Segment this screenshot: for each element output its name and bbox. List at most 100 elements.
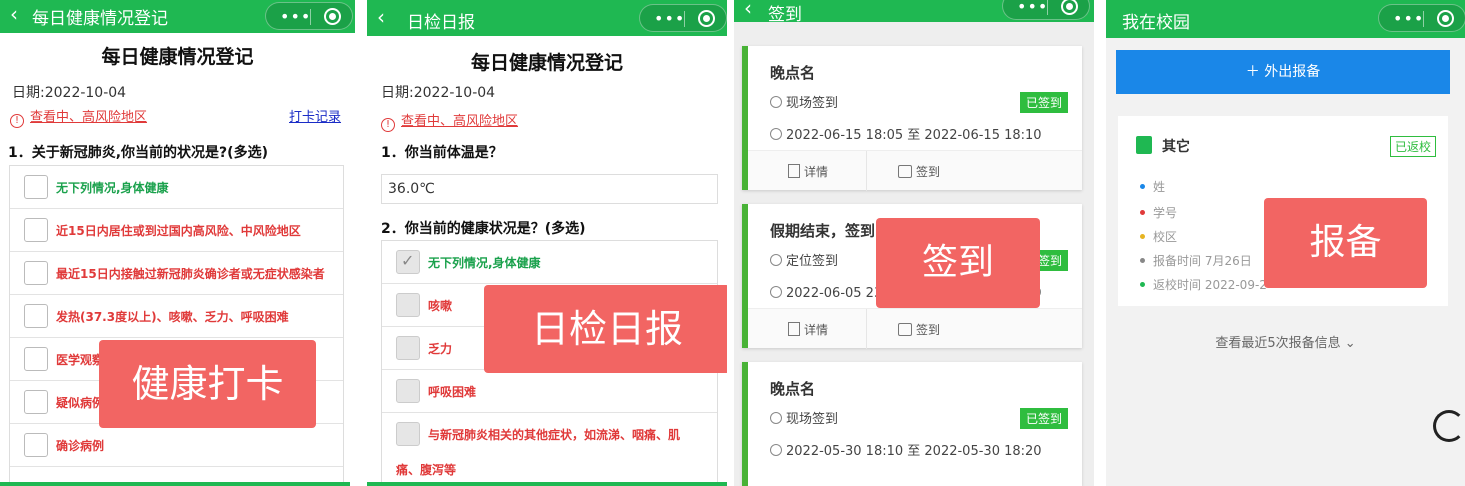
float-logo-icon[interactable]	[1433, 410, 1465, 442]
info-row: 学号	[1140, 204, 1177, 221]
health-checkin-panel: ‹ 每日健康情况登记 ••• 每日健康情况登记 日期:2022-10-04 ! 查…	[0, 0, 355, 486]
detail-button[interactable]: 详情	[788, 163, 828, 180]
calendar-check-icon	[898, 165, 912, 178]
nav-title: 我在校园	[1122, 13, 1190, 33]
view-recent-reports-link[interactable]: 查看最近5次报备信息 ⌄	[1106, 332, 1465, 351]
signin-type: 定位签到	[770, 250, 838, 269]
option-item[interactable]: 发热(37.3度以上)、咳嗽、乏力、呼吸困难	[10, 295, 343, 338]
chevron-down-icon: ⌄	[1340, 336, 1356, 351]
risk-area-link[interactable]: ! 查看中、高风险地区	[10, 106, 147, 128]
bottom-bar	[367, 482, 727, 486]
card-title: 晚点名	[770, 64, 816, 82]
nav-title: 每日健康情况登记	[32, 9, 168, 29]
card-title: 其它	[1162, 139, 1190, 155]
form-title: 每日健康情况登记	[101, 46, 254, 68]
question-1: 1．关于新冠肺炎,你当前的状况是?(多选)	[8, 145, 268, 161]
clock-icon	[770, 286, 782, 298]
mini-program-capsule[interactable]: •••	[639, 4, 727, 32]
info-row: 报备时间 7月26日	[1140, 252, 1252, 269]
option-item[interactable]: 与新冠肺炎相关的其他症状，如流涕、咽痛、肌 痛、腹泻等	[382, 413, 717, 486]
returned-badge: 已返校	[1389, 136, 1436, 157]
signin-card[interactable]: 晚点名 现场签到 已签到 2022-06-15 18:05 至 2022-06-…	[742, 46, 1082, 191]
mini-program-capsule[interactable]: •••	[1002, 0, 1090, 20]
close-target-icon[interactable]	[698, 10, 715, 27]
option-item[interactable]: 确诊病例	[10, 424, 343, 467]
feature-label-overlay: 日检日报	[484, 285, 727, 373]
nav-title: 日检日报	[407, 13, 475, 33]
question-1: 1．你当前体温是？	[381, 145, 503, 161]
bookmark-icon	[1136, 136, 1152, 154]
more-icon[interactable]: •••	[280, 7, 311, 26]
card-actions: 详情 签到	[748, 150, 1082, 191]
question-2: 2．你当前的健康状况是？(多选)	[381, 221, 586, 237]
feature-label-overlay: 健康打卡	[99, 340, 316, 428]
back-icon[interactable]: ‹	[377, 5, 385, 29]
signed-badge: 已签到	[1019, 92, 1068, 113]
signin-type: 现场签到	[770, 92, 838, 111]
checkbox-checked[interactable]	[396, 250, 420, 274]
card-title: 假期结束，签到	[770, 222, 876, 240]
option-item[interactable]: 无下列情况,身体健康	[10, 166, 343, 209]
feature-label-overlay: 报备	[1264, 198, 1427, 288]
form-title: 每日健康情况登记	[470, 52, 623, 74]
feature-label-overlay: 签到	[876, 218, 1040, 308]
tag-icon	[770, 96, 782, 108]
signin-panel: ‹ 签到 ••• 晚点名 现场签到 已签到 2022-06-15 18:05 至…	[734, 0, 1094, 486]
tag-icon	[770, 254, 782, 266]
options-list: 无下列情况,身体健康 近15日内居住或到过国内高风险、中风险地区 最近15日内接…	[9, 165, 344, 486]
time-range: 2022-05-30 18:10 至 2022-05-30 18:20	[770, 440, 1042, 459]
close-target-icon[interactable]	[324, 8, 341, 25]
more-icon[interactable]: •••	[654, 9, 685, 28]
option-item[interactable]: 近15日内居住或到过国内高风险、中风险地区	[10, 209, 343, 252]
mini-program-capsule[interactable]: •••	[265, 2, 353, 30]
bottom-bar	[0, 482, 350, 486]
nav-bar: ‹ 签到 •••	[734, 0, 1094, 25]
option-item[interactable]: 呼吸困难	[382, 370, 717, 413]
date-text: 日期:2022-10-04	[12, 85, 127, 101]
checkbox[interactable]	[24, 304, 48, 328]
checkbox[interactable]	[396, 422, 420, 446]
risk-area-link[interactable]: ! 查看中、高风险地区	[381, 110, 518, 132]
more-icon[interactable]: •••	[1393, 9, 1424, 28]
close-target-icon[interactable]	[1437, 10, 1454, 27]
checkin-record-link[interactable]: 打卡记录	[289, 106, 341, 125]
time-range: 2022-06-15 18:05 至 2022-06-15 18:10	[770, 124, 1042, 143]
date-text: 日期:2022-10-04	[381, 85, 496, 101]
checkbox[interactable]	[24, 390, 48, 414]
checkbox[interactable]	[24, 175, 48, 199]
warning-icon: !	[10, 114, 24, 128]
calendar-check-icon	[898, 323, 912, 336]
sign-button[interactable]: 签到	[898, 163, 940, 180]
info-row: 姓	[1140, 178, 1165, 195]
mini-program-capsule[interactable]: •••	[1378, 4, 1465, 32]
daily-report-panel: ‹ 日检日报 ••• 每日健康情况登记 日期:2022-10-04 ! 查看中、高…	[367, 0, 727, 486]
temperature-input[interactable]: 36.0℃	[381, 174, 718, 204]
option-item[interactable]: 无下列情况,身体健康	[382, 241, 717, 284]
campus-panel: 我在校园 ••• ＋ 外出报备 其它 已返校 姓 学号 校区 报备时间 7月26…	[1106, 0, 1465, 486]
out-report-button[interactable]: ＋ 外出报备	[1116, 50, 1450, 94]
checkbox[interactable]	[396, 379, 420, 403]
signin-card[interactable]: 晚点名 现场签到 已签到 2022-05-30 18:10 至 2022-05-…	[742, 362, 1082, 486]
checkbox[interactable]	[24, 433, 48, 457]
card-actions: 详情 签到	[748, 308, 1082, 349]
document-icon	[788, 164, 800, 178]
back-icon[interactable]: ‹	[10, 2, 18, 26]
checkbox[interactable]	[24, 261, 48, 285]
warning-icon: !	[381, 118, 395, 132]
checkbox[interactable]	[24, 218, 48, 242]
checkbox[interactable]	[396, 336, 420, 360]
info-row: 返校时间 2022-09-2	[1140, 276, 1267, 293]
checkbox[interactable]	[396, 293, 420, 317]
more-icon[interactable]: •••	[1017, 0, 1048, 16]
signed-badge: 已签到	[1019, 408, 1068, 429]
option-item[interactable]: 最近15日内接触过新冠肺炎确诊者或无症状感染者	[10, 252, 343, 295]
checkbox[interactable]	[24, 347, 48, 371]
card-title: 晚点名	[770, 380, 816, 398]
back-icon[interactable]: ‹	[744, 0, 752, 20]
sign-button[interactable]: 签到	[898, 321, 940, 338]
clock-icon	[770, 444, 782, 456]
detail-button[interactable]: 详情	[788, 321, 828, 338]
close-target-icon[interactable]	[1061, 0, 1078, 15]
signin-type: 现场签到	[770, 408, 838, 427]
nav-bar: ‹ 日检日报 •••	[367, 0, 727, 36]
